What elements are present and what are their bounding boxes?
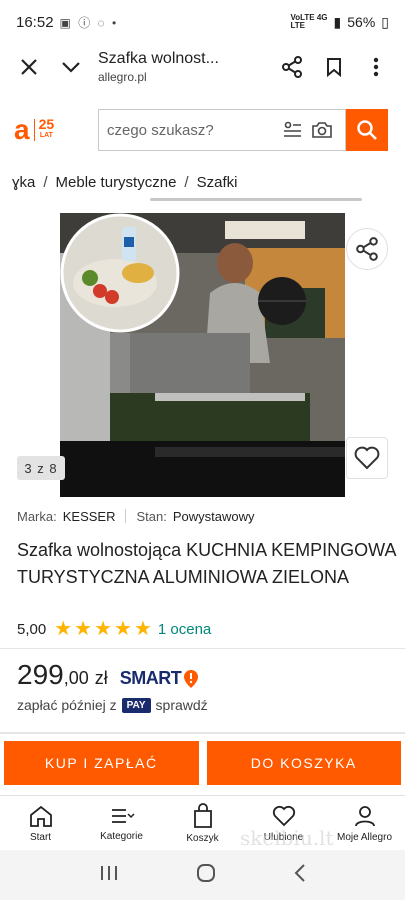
tab-title: Szafka wolnost...: [98, 50, 219, 67]
share-icon: [356, 237, 378, 261]
breadcrumb-separator: /: [43, 173, 48, 191]
back-button[interactable]: [293, 863, 307, 888]
logo-letter: a: [14, 114, 30, 145]
star-icon: ★: [114, 618, 132, 640]
status-bar: 16:52 ▣ ⓘ ◌ • VoLTE 4G LTE ▮ 56% ▯: [0, 0, 405, 44]
recent-apps-button[interactable]: [99, 864, 119, 887]
rating-count-link[interactable]: 1 ocena: [158, 621, 211, 638]
home-icon: [29, 805, 52, 827]
bottom-navigation: Start Kategorie Koszyk Ulubione Moje All…: [0, 795, 405, 850]
back-icon: [294, 863, 305, 882]
price-currency: zł: [94, 668, 108, 688]
action-bar: KUP I ZAPŁAĆ DO KOSZYKA: [4, 741, 401, 787]
battery-level: 56%: [347, 14, 376, 30]
product-rating: 5,00 ★ ★ ★ ★ ★ 1 ocena: [17, 619, 211, 639]
price: 299 ,00 zł SMART: [17, 659, 199, 691]
breadcrumb-item-truncated[interactable]: ɣka: [12, 174, 35, 191]
more-icon[interactable]: [361, 52, 391, 82]
nav-item-start[interactable]: Start: [0, 796, 81, 850]
site-header: a 25 LAT: [0, 105, 405, 155]
breadcrumb-separator: /: [184, 173, 189, 191]
product-image[interactable]: [60, 213, 345, 497]
share-icon[interactable]: [277, 52, 307, 82]
nav-label: Kategorie: [100, 830, 143, 842]
close-icon[interactable]: [14, 52, 44, 82]
heart-icon: [272, 805, 295, 826]
nav-item-koszyk[interactable]: Koszyk: [162, 796, 243, 850]
page-title-block[interactable]: Szafka wolnost... allegro.pl: [86, 50, 277, 84]
home-circle-icon: [196, 863, 215, 882]
pay-later-text: zapłać później z: [17, 697, 117, 713]
logo-divider: [33, 119, 35, 141]
system-navigation: [0, 850, 405, 900]
logo-anniversary: 25 LAT: [39, 117, 55, 142]
brand-value[interactable]: KESSER: [63, 509, 116, 524]
smart-badge[interactable]: SMART: [120, 668, 200, 689]
breadcrumb-scrollbar[interactable]: [150, 198, 362, 201]
logo-lat: LAT: [39, 132, 53, 139]
nav-label: Koszyk: [186, 832, 219, 844]
allegro-logo[interactable]: a 25 LAT: [14, 116, 98, 144]
search-icon: [357, 120, 377, 140]
nav-item-moje-allegro[interactable]: Moje Allegro: [324, 796, 405, 850]
price-fraction: ,00: [63, 668, 89, 688]
watermark: skelbiu.lt: [240, 826, 334, 850]
rating-value: 5,00: [17, 620, 47, 638]
search-input[interactable]: [107, 121, 277, 139]
nav-label: Start: [29, 831, 52, 843]
star-icon: ★: [74, 618, 93, 640]
bookmark-icon[interactable]: [319, 52, 349, 82]
pay-later-row: zapłać później z PAY sprawdź: [17, 697, 208, 713]
image-counter: 3 z 8: [17, 456, 65, 480]
buy-now-button[interactable]: KUP I ZAPŁAĆ: [4, 741, 199, 785]
home-button[interactable]: [196, 863, 216, 888]
battery-icon: ▯: [381, 13, 389, 30]
brand-label: Marka:: [17, 509, 57, 524]
nav-label: Moje Allegro: [336, 831, 393, 843]
divider: [0, 648, 405, 649]
meta-divider: [125, 509, 127, 523]
condition-value: Powystawowy: [172, 509, 255, 524]
url-text: allegro.pl: [98, 70, 147, 84]
star-icon: ★: [94, 618, 113, 640]
condition-label: Stan:: [136, 509, 167, 524]
star-icon: ★: [54, 618, 73, 640]
breadcrumb-item-szafki[interactable]: Szafki: [197, 174, 238, 191]
cart-icon: [193, 802, 212, 828]
chevron-down-icon[interactable]: [56, 52, 86, 82]
favorite-button[interactable]: [346, 437, 388, 479]
breadcrumb-item-meble-turystyczne[interactable]: Meble turystyczne: [56, 174, 177, 191]
camera-icon[interactable]: [307, 115, 337, 145]
price-main: 299: [17, 659, 64, 690]
nav-item-kategorie[interactable]: Kategorie: [81, 796, 162, 850]
smart-pin-icon: [184, 669, 199, 688]
share-image-button[interactable]: [346, 228, 388, 270]
pay-badge: PAY: [121, 697, 151, 713]
network-indicator: VoLTE 4G LTE: [290, 14, 327, 30]
product-title: Szafka wolnostojąca KUCHNIA KEMPINGOWA T…: [17, 540, 396, 587]
recent-apps-icon: [100, 865, 117, 880]
signal-icon: ▮: [333, 13, 342, 30]
menu-icon: [111, 808, 135, 823]
network-bottom-label: LTE: [290, 21, 305, 30]
star-icon: ★: [133, 618, 152, 640]
add-to-cart-button[interactable]: DO KOSZYKA: [206, 741, 401, 785]
breadcrumb: ɣka / Meble turystyczne / Szafki: [12, 170, 405, 194]
filter-list-icon[interactable]: [277, 115, 307, 145]
product-meta: Marka: KESSER Stan: Powystawowy: [17, 509, 254, 524]
heart-icon: [354, 446, 380, 470]
status-time: 16:52: [16, 13, 54, 31]
divider: [0, 732, 405, 734]
search-box: [98, 109, 346, 151]
browser-toolbar: Szafka wolnost... allegro.pl: [0, 44, 405, 90]
pay-check-link[interactable]: sprawdź: [156, 697, 208, 713]
search-button[interactable]: [346, 109, 388, 151]
rating-stars: ★ ★ ★ ★ ★: [54, 619, 152, 639]
smart-label: SMART: [119, 668, 182, 688]
notification-icons: ▣ ⓘ ◌ •: [59, 15, 119, 30]
status-right: VoLTE 4G LTE ▮ 56% ▯: [290, 14, 389, 31]
user-icon: [354, 805, 375, 826]
